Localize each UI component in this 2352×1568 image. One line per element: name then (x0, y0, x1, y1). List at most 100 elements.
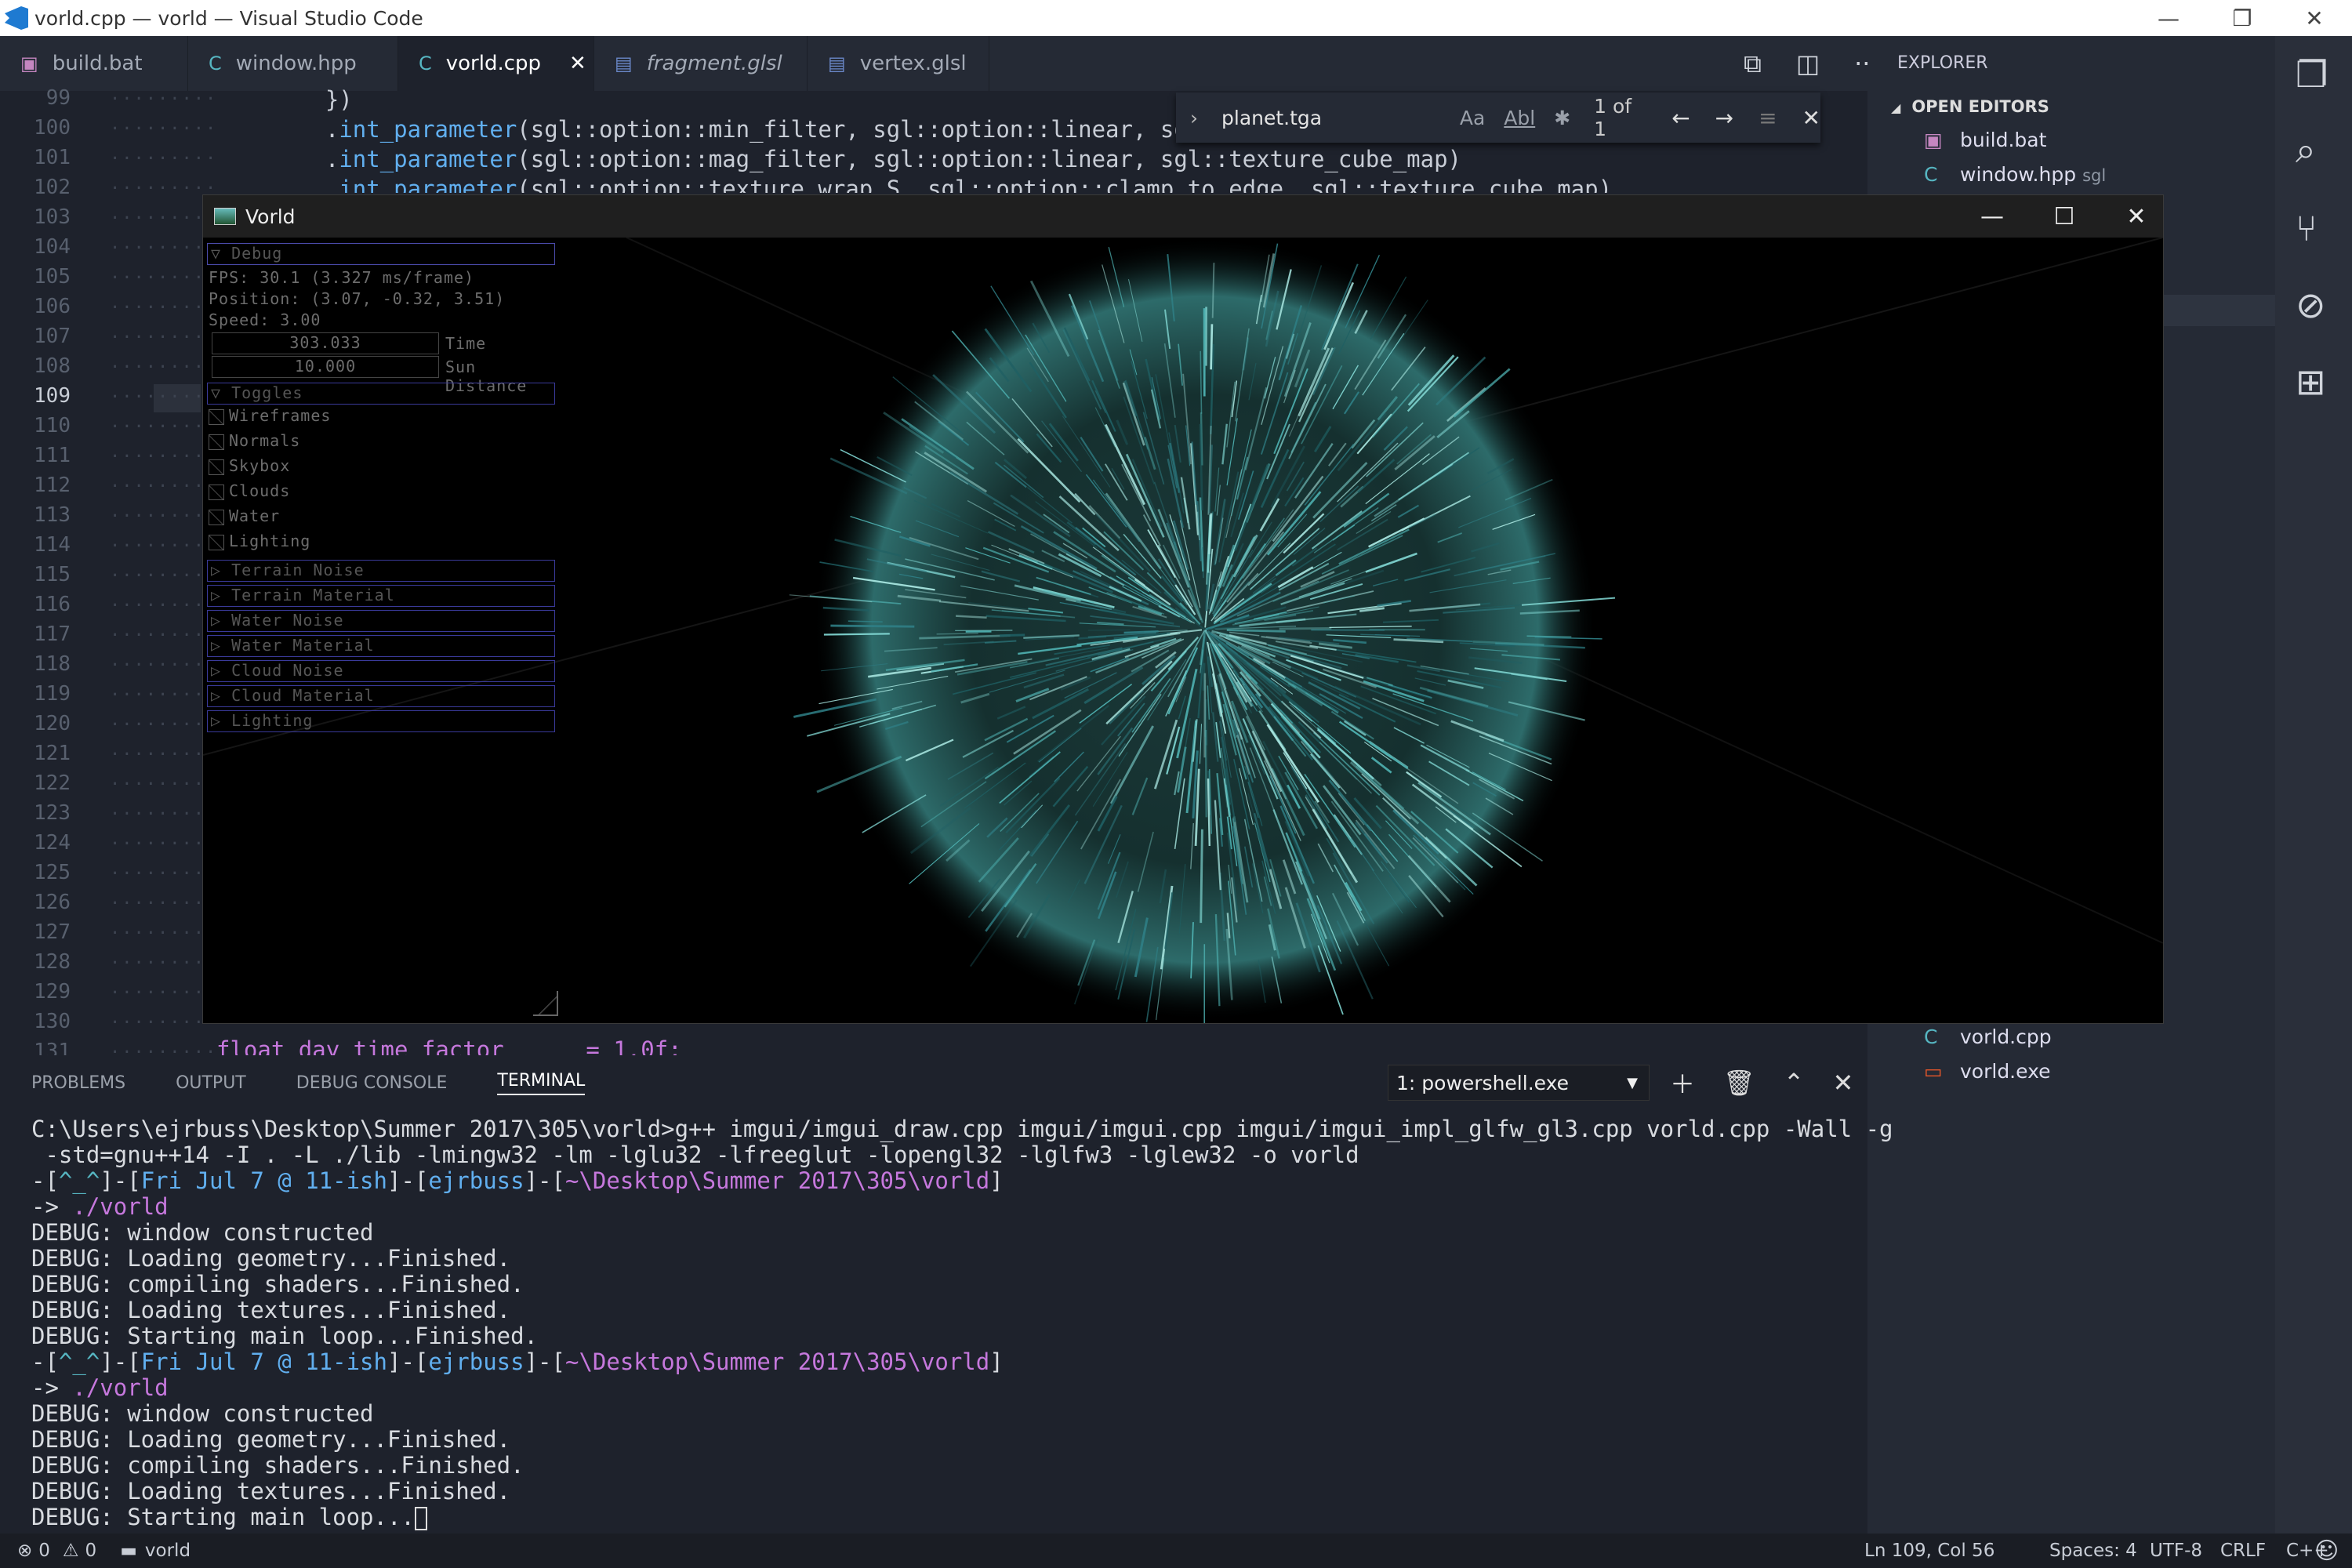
search-icon[interactable]: ⌕ (2296, 129, 2316, 172)
tab-fragment-glsl[interactable]: ▤ fragment.glsl (594, 36, 808, 91)
indent-guide: ········· (110, 447, 218, 466)
find-input[interactable]: planet.tga (1221, 107, 1441, 129)
line-number: 118 (34, 652, 71, 676)
indent-guide: ········· (110, 834, 218, 854)
toggle-checkbox[interactable]: Lighting (209, 532, 310, 550)
terminal-shell-select[interactable]: 1: powershell.exe ▼ (1388, 1065, 1650, 1101)
imgui-debug-panel: ▽ Debug FPS: 30.1 (3.327 ms/frame) Posit… (202, 240, 563, 734)
tab-problems[interactable]: PROBLEMS (31, 1073, 125, 1093)
vorld-title-bar[interactable]: Vorld — ☐ ✕ (203, 195, 2163, 238)
explorer-files-icon[interactable]: ❐ (2296, 53, 2328, 96)
collapsing-header[interactable]: ▷ Terrain Noise (207, 560, 555, 582)
whole-word-toggle[interactable]: Abl (1504, 107, 1535, 129)
tab-build-bat[interactable]: ▣ build.bat (0, 36, 188, 91)
previous-match-icon[interactable]: ← (1671, 105, 1690, 131)
tab-debug-console[interactable]: DEBUG CONSOLE (296, 1073, 448, 1093)
kill-terminal-icon[interactable]: 🗑 (1723, 1068, 1755, 1098)
indent-guide: ········· (110, 566, 218, 586)
file-vorld-exe[interactable]: ▭ vorld.exe (1924, 1060, 2050, 1083)
open-editor-build-bat[interactable]: ▣ build.bat (1924, 129, 2046, 151)
sun-distance-slider[interactable]: 10.000 (212, 356, 439, 378)
collapsing-header[interactable]: ▷ Water Material (207, 635, 555, 657)
vorld-close-button[interactable]: ✕ (2100, 195, 2172, 238)
debug-header[interactable]: ▽ Debug (207, 243, 555, 265)
spike (1279, 627, 1332, 630)
line-number: 99 (45, 86, 71, 110)
cursor-position[interactable]: Ln 109, Col 56 (1864, 1534, 1994, 1568)
tab-terminal[interactable]: TERMINAL (497, 1071, 586, 1095)
resize-grip[interactable] (533, 991, 558, 1016)
minimize-button[interactable]: — (2131, 0, 2206, 36)
tab-vertex-glsl[interactable]: ▤ vertex.glsl (808, 36, 989, 91)
code-line-131[interactable]: float day_time_factor = 1.0f; (216, 1036, 682, 1055)
new-terminal-icon[interactable]: ＋ (1670, 1065, 1695, 1101)
code-line-101[interactable]: .int_parameter(sgl::option::mag_filter, … (270, 146, 1461, 172)
tab-vorld-cpp[interactable]: Cvorld.cpp ✕ (398, 36, 594, 91)
line-number: 114 (34, 533, 71, 557)
encoding[interactable]: UTF-8 (2150, 1534, 2202, 1568)
indentation[interactable]: Spaces: 4 (2049, 1534, 2137, 1568)
spike (848, 620, 883, 622)
line-number: 122 (34, 771, 71, 795)
toggle-checkbox[interactable]: Clouds (209, 481, 290, 500)
restore-button[interactable]: ❐ (2205, 0, 2280, 36)
indent-guide: ········· (110, 149, 218, 169)
indent-guide: ········· (110, 1013, 218, 1033)
line-number: 129 (34, 980, 71, 1004)
line-number: 109 (34, 384, 71, 408)
tab-label: vertex.glsl (859, 52, 967, 75)
open-editor-window-hpp[interactable]: Cwindow.hpp sgl (1924, 163, 2106, 186)
code-line-102[interactable]: .int_parameter(sgl::option::texture_wrap… (270, 176, 1612, 193)
collapsing-header[interactable]: ▷ Cloud Material (207, 685, 555, 707)
code-line-99[interactable]: }) (270, 86, 353, 113)
errors-icon[interactable]: ⊗ (17, 1541, 32, 1561)
toggle-checkbox[interactable]: Skybox (209, 456, 290, 475)
terminal-output[interactable]: C:\Users\ejrbuss\Desktop\Summer 2017\305… (31, 1116, 1893, 1532)
feedback-icon[interactable]: ☺ (2314, 1534, 2339, 1568)
collapsing-header[interactable]: ▷ Lighting (207, 710, 555, 732)
toggle-checkbox[interactable]: Water (209, 506, 280, 525)
collapsing-header[interactable]: ▷ Water Noise (207, 610, 555, 632)
tab-window-hpp[interactable]: Cwindow.hpp (188, 36, 398, 91)
indent-guide: ········· (110, 804, 218, 824)
file-vorld-cpp[interactable]: Cvorld.cpp (1924, 1025, 2052, 1048)
warning-count[interactable]: 0 (85, 1541, 97, 1561)
collapsing-header[interactable]: ▷ Cloud Noise (207, 660, 555, 682)
toggle-checkbox[interactable]: Wireframes (209, 406, 331, 425)
match-case-toggle[interactable]: Aa (1460, 107, 1485, 129)
toggle-checkbox[interactable]: Normals (209, 431, 300, 450)
open-preview-icon[interactable]: ⧉ (1744, 49, 1762, 79)
extensions-icon[interactable]: ⊞ (2296, 361, 2326, 403)
warning-icon[interactable]: ⚠ (63, 1541, 79, 1561)
split-editor-icon[interactable]: ◫ (1796, 49, 1820, 78)
line-number: 116 (34, 593, 71, 616)
error-count[interactable]: 0 (38, 1541, 50, 1561)
indent-guide: ········· (110, 775, 218, 794)
close-find-icon[interactable]: ✕ (1802, 105, 1820, 131)
regex-toggle[interactable]: ✱ (1554, 107, 1570, 129)
code-line-100[interactable]: .int_parameter(sgl::option::min_filter, … (270, 116, 1270, 143)
close-panel-icon[interactable]: ✕ (1832, 1068, 1853, 1098)
window-title: vorld.cpp — vorld — Visual Studio Code (34, 6, 423, 30)
tab-output[interactable]: OUTPUT (176, 1073, 246, 1093)
toggles-header[interactable]: ▽ Toggles (207, 383, 555, 405)
debug-icon[interactable]: ⊘ (2296, 284, 2326, 326)
cpp-file-icon: C (1924, 163, 1938, 186)
close-window-button[interactable]: ✕ (2277, 0, 2352, 36)
open-editors-header[interactable]: ◢ OPEN EDITORS (1891, 97, 2049, 116)
vscode-logo-icon (5, 6, 28, 30)
maximize-panel-icon[interactable]: ⌃ (1784, 1068, 1805, 1098)
close-tab-icon[interactable]: ✕ (569, 52, 586, 75)
next-match-icon[interactable]: → (1715, 105, 1733, 131)
time-slider[interactable]: 303.033 (212, 332, 439, 354)
vorld-maximize-button[interactable]: ☐ (2028, 195, 2100, 238)
collapsing-header[interactable]: ▷ Terrain Material (207, 585, 555, 607)
toggle-replace-icon[interactable]: › (1190, 107, 1198, 129)
line-ending[interactable]: CRLF (2220, 1534, 2266, 1568)
indent-guide: ········· (110, 745, 218, 764)
source-control-icon[interactable]: ⑂ (2296, 207, 2318, 249)
indent-guide: ········· (110, 358, 218, 377)
vorld-minimize-button[interactable]: — (1956, 195, 2028, 238)
find-in-selection-icon[interactable]: ≡ (1759, 105, 1777, 131)
indent-guide: ········· (110, 685, 218, 705)
